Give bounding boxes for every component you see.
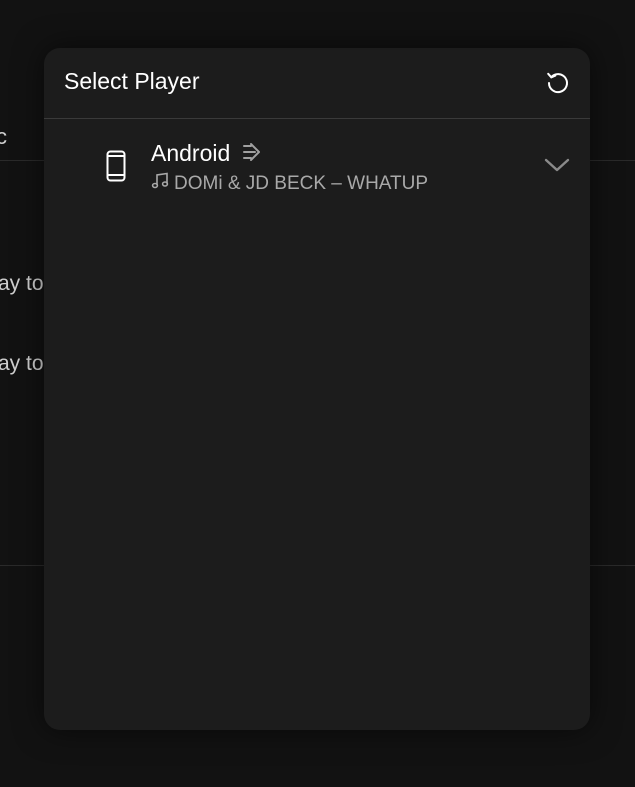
select-player-dialog: Select Player Android DOMi & JD BECK – W… <box>44 48 590 730</box>
expand-player-button[interactable] <box>542 153 572 177</box>
chevron-down-icon <box>544 158 570 172</box>
refresh-button[interactable] <box>542 67 574 99</box>
dialog-header: Select Player <box>44 48 590 119</box>
background-text-fragment: c <box>0 124 7 149</box>
now-playing-row: DOMi & JD BECK – WHATUP <box>151 172 428 196</box>
background-text-fragment: ay to <box>0 272 44 295</box>
player-item-android[interactable]: Android DOMi & JD BECK – WHATUP <box>44 119 590 209</box>
dialog-title: Select Player <box>64 68 200 94</box>
player-name: Android <box>151 140 231 166</box>
music-note-icon <box>151 172 169 196</box>
refresh-icon <box>547 72 568 94</box>
phone-icon <box>106 150 126 187</box>
background-text-fragment: ay to <box>0 352 44 375</box>
connect-arrow-icon <box>242 142 266 167</box>
now-playing-track: DOMi & JD BECK – WHATUP <box>174 173 429 194</box>
